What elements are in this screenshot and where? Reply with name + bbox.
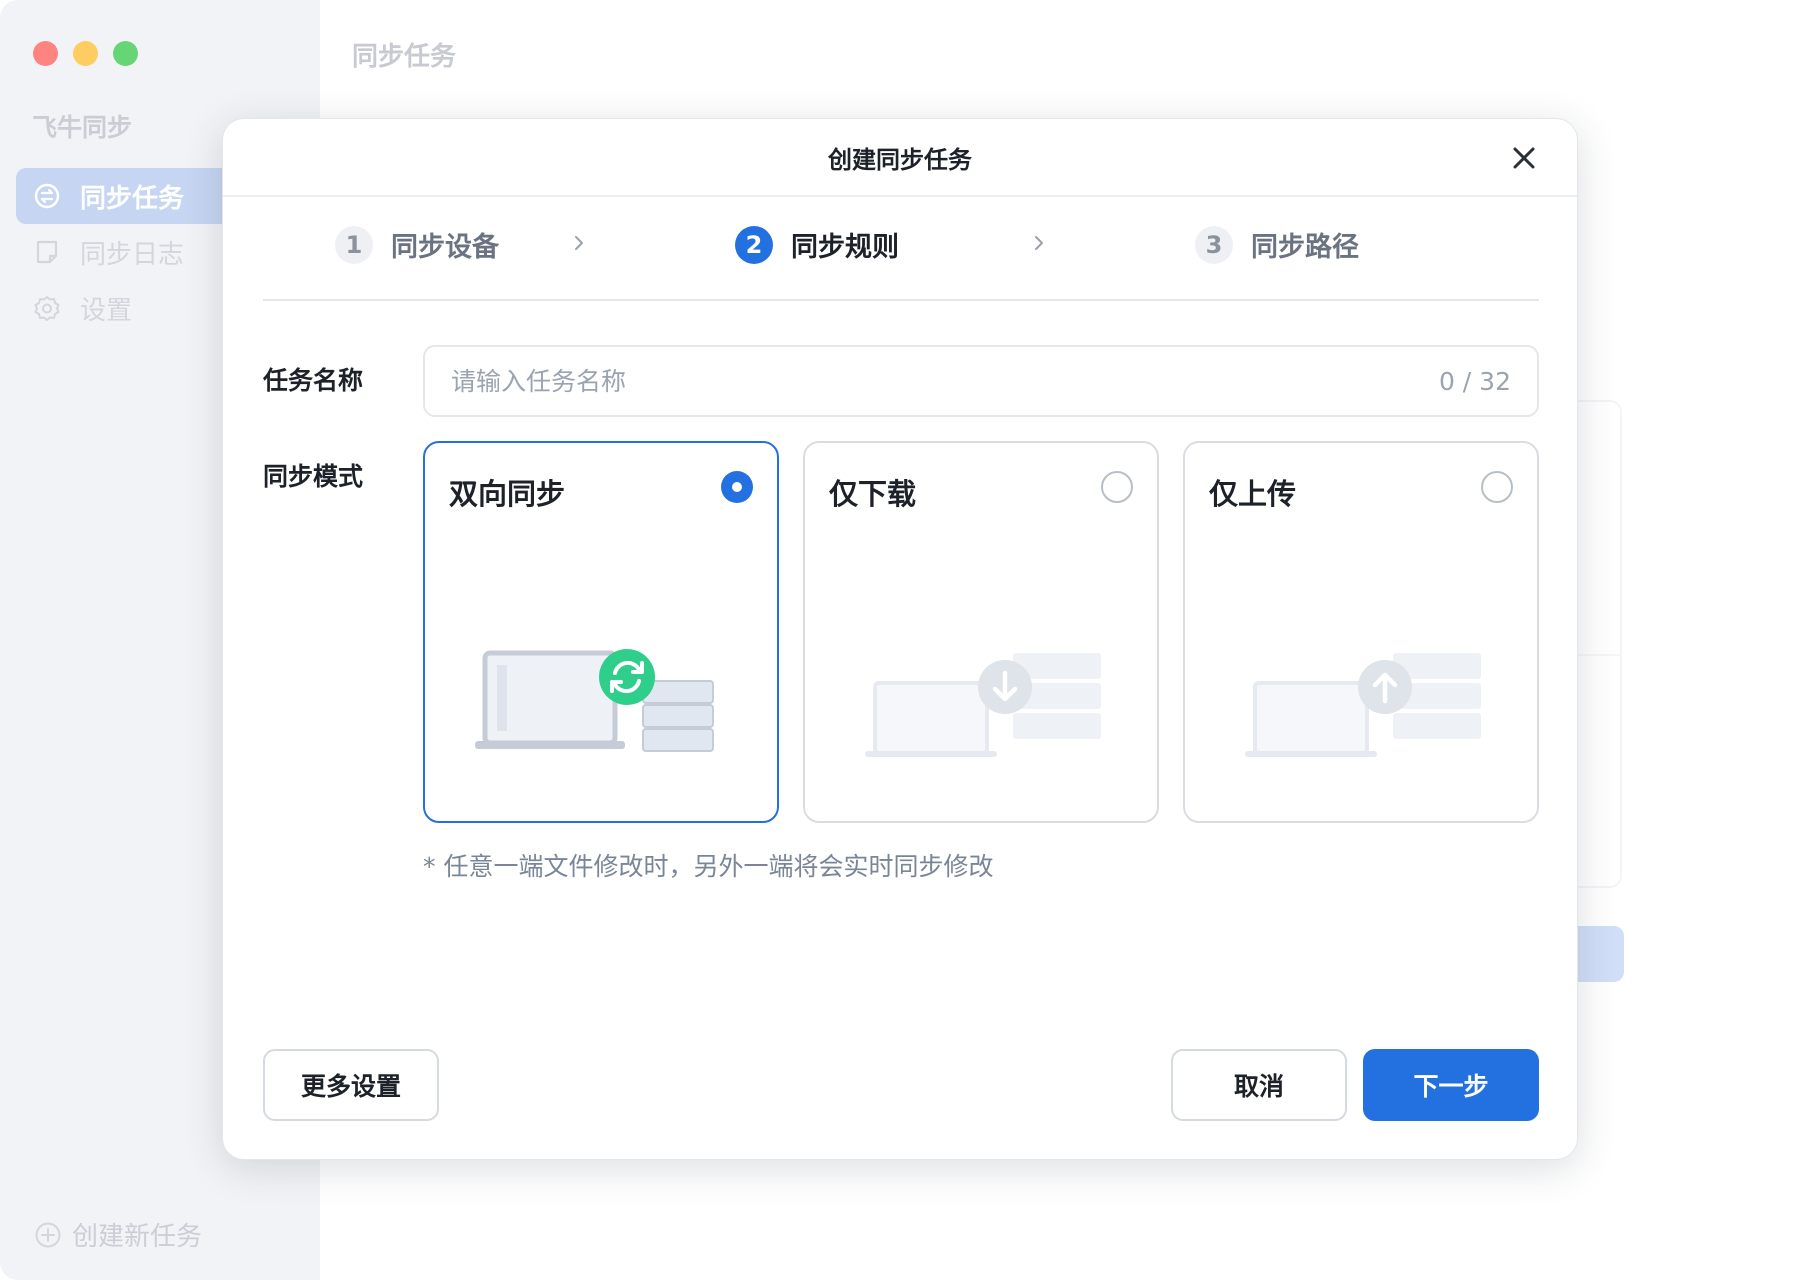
dialog-title: 创建同步任务 (828, 145, 972, 174)
sync-arrows-icon (599, 649, 655, 705)
upload-only-illustration (1245, 653, 1481, 757)
task-name-field: 0 / 32 (423, 345, 1539, 417)
radio-unselected[interactable] (1481, 471, 1513, 503)
step-label: 同步规则 (791, 232, 899, 263)
close-icon (1513, 147, 1535, 169)
radio-unselected[interactable] (1101, 471, 1133, 503)
dialog-header: 创建同步任务 (223, 119, 1577, 197)
next-step-button[interactable]: 下一步 (1363, 1049, 1539, 1121)
mode-option-label: 仅上传 (1209, 477, 1297, 511)
app-window: 飞牛同步 同步任务 同步日志 设置 创建新任务 同步任务 创建同步任务 1 同步… (0, 0, 1800, 1280)
task-name-input[interactable] (451, 366, 1439, 396)
sync-mode-label: 同步模式 (263, 462, 364, 491)
step-number: 3 (1195, 225, 1233, 264)
chevron-right-icon (1035, 236, 1043, 250)
step-label: 同步设备 (391, 232, 499, 263)
step-rules: 2 同步规则 (735, 225, 899, 264)
mode-option-two-way[interactable]: 双向同步 (423, 441, 779, 823)
step-device: 1 同步设备 (335, 225, 499, 264)
mode-option-upload-only[interactable]: 仅上传 (1183, 441, 1539, 823)
chevron-right-icon (575, 236, 583, 250)
cancel-button[interactable]: 取消 (1171, 1049, 1347, 1121)
radio-selected[interactable] (721, 471, 753, 503)
step-label: 同步路径 (1251, 232, 1359, 263)
more-settings-button[interactable]: 更多设置 (263, 1049, 439, 1121)
download-only-illustration (865, 653, 1101, 757)
task-name-label: 任务名称 (263, 366, 364, 395)
step-number: 1 (335, 225, 373, 264)
step-path: 3 同步路径 (1195, 225, 1359, 264)
step-indicator: 1 同步设备 2 同步规则 3 同步路径 (263, 197, 1539, 301)
two-way-sync-illustration (475, 649, 714, 752)
char-counter: 0 / 32 (1438, 366, 1511, 396)
mode-option-label: 仅下载 (829, 477, 917, 511)
create-task-dialog: 创建同步任务 1 同步设备 2 同步规则 3 同步路径 任务名称 请输入任务名称… (222, 118, 1578, 1160)
mode-option-download-only[interactable]: 仅下载 (803, 441, 1159, 823)
step-number: 2 (735, 225, 773, 264)
mode-option-label: 双向同步 (449, 477, 566, 511)
sync-mode-hint: * 任意一端文件修改时，另外一端将会实时同步修改 (423, 852, 994, 881)
close-dialog-button[interactable] (1509, 143, 1539, 173)
